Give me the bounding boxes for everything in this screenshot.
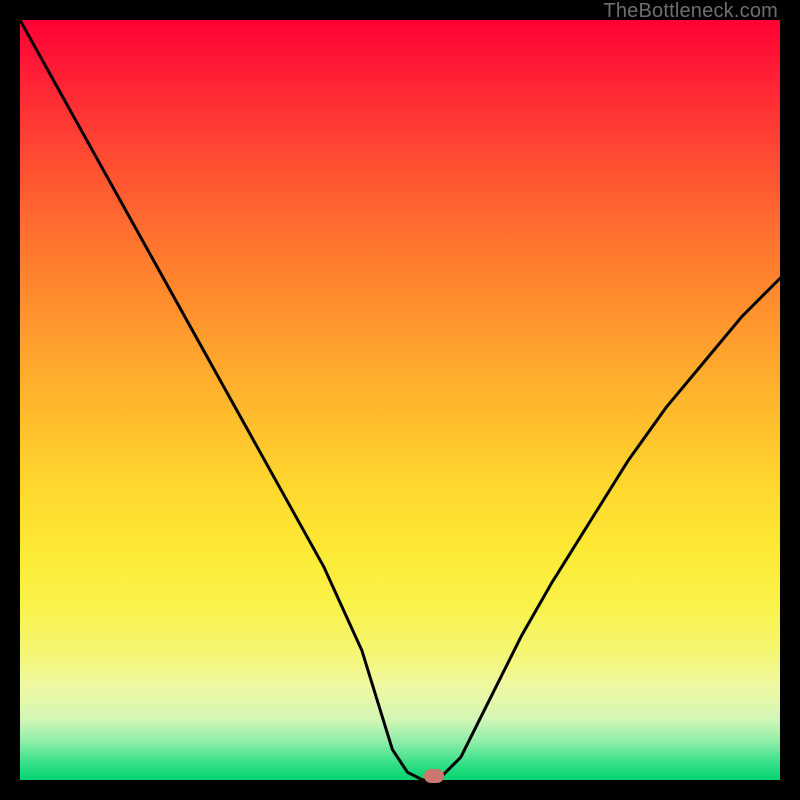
plot-area bbox=[20, 20, 780, 780]
optimum-marker bbox=[424, 769, 444, 783]
chart-frame: TheBottleneck.com bbox=[0, 0, 800, 800]
bottleneck-curve bbox=[20, 20, 780, 780]
watermark-text: TheBottleneck.com bbox=[603, 0, 778, 23]
